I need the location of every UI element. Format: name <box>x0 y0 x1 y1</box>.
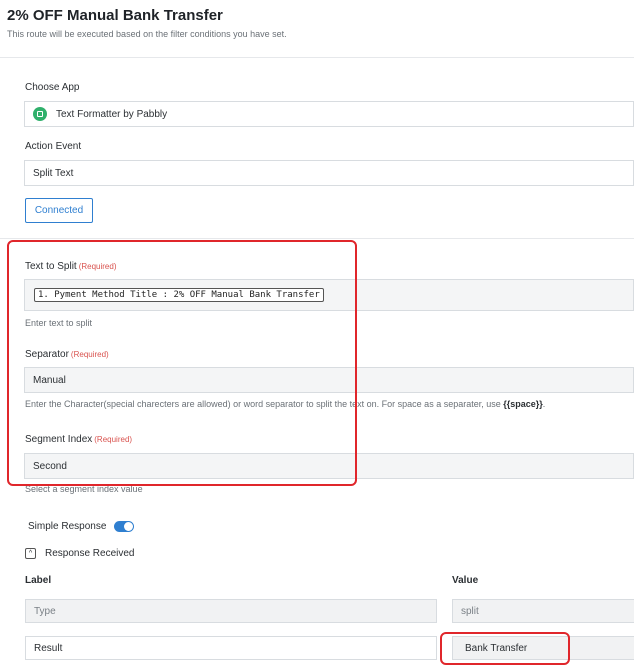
page: 2% OFF Manual Bank Transfer This route w… <box>0 0 634 672</box>
page-subtitle: This route will be executed based on the… <box>7 29 287 39</box>
action-event-select[interactable]: Split Text <box>24 160 634 186</box>
separator-help-suffix: . <box>542 399 546 409</box>
response-label-cell: Result <box>25 636 437 660</box>
header-divider <box>0 57 634 58</box>
choose-app-label: Choose App <box>25 82 80 93</box>
highlight-annotation <box>7 240 357 486</box>
label-column-header: Label <box>25 575 52 586</box>
space-code: {{space}} <box>503 399 543 409</box>
choose-app-value: Text Formatter by Pabbly <box>56 108 168 120</box>
action-event-value: Split Text <box>33 167 74 179</box>
simple-response-toggle[interactable] <box>114 521 135 532</box>
value-column-header: Value <box>452 575 479 586</box>
choose-app-select[interactable]: Text Formatter by Pabbly <box>24 101 634 127</box>
action-event-label: Action Event <box>25 141 82 152</box>
pabbly-formatter-icon <box>33 107 47 121</box>
simple-response-row: Simple Response <box>28 521 135 532</box>
section-divider <box>0 238 634 239</box>
simple-response-label: Simple Response <box>28 521 107 532</box>
response-value-cell: split <box>452 599 634 623</box>
result-highlight-annotation <box>440 632 570 665</box>
response-received-label: Response Received <box>45 548 135 559</box>
page-title: 2% OFF Manual Bank Transfer <box>7 7 223 24</box>
connected-button[interactable]: Connected <box>25 198 93 223</box>
chevron-up-icon[interactable]: ^ <box>25 548 36 559</box>
response-label-cell: Type <box>25 599 437 623</box>
response-received-row[interactable]: ^ Response Received <box>25 548 135 559</box>
